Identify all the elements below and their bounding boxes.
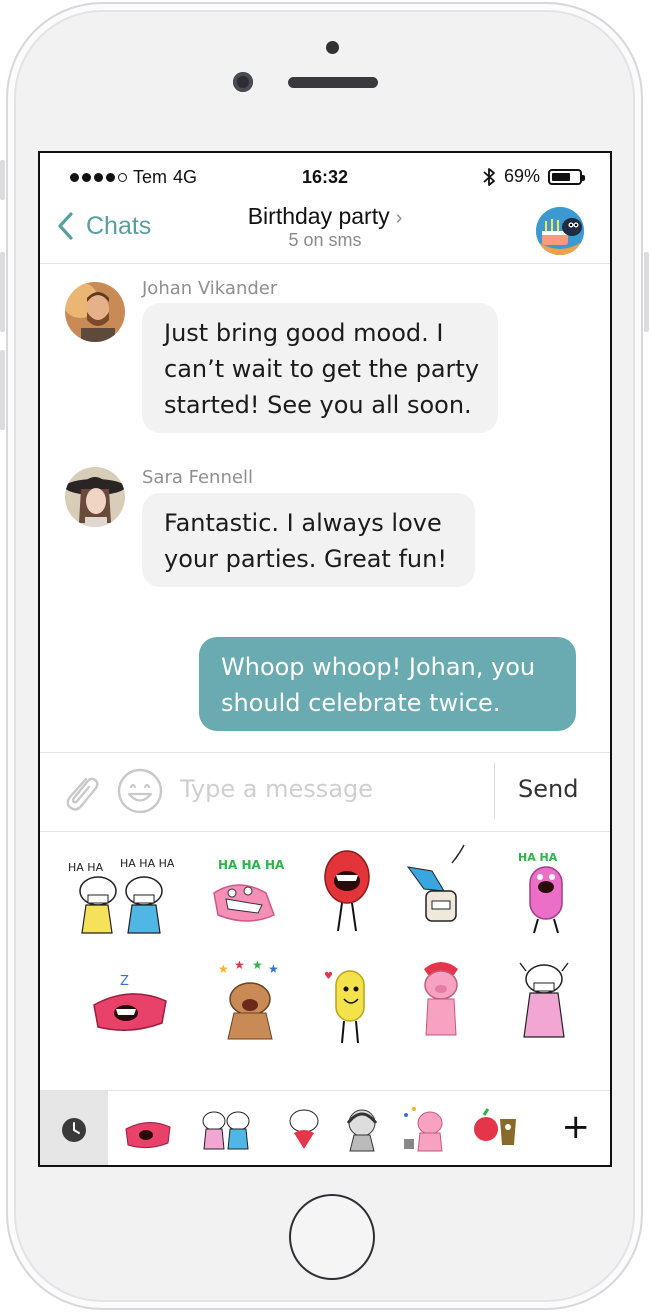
sender-name: Johan Vikander — [142, 278, 278, 299]
birthday-cake-icon — [536, 207, 584, 255]
sticker-laughing-pair[interactable]: HA HA HA HA HA — [64, 849, 175, 939]
screen: Tem 4G 16:32 69% Chats Birthday party › 5… — [38, 151, 612, 1167]
svg-text:★: ★ — [234, 959, 245, 972]
sticker-pack-fruit-friends[interactable] — [470, 1105, 522, 1153]
message-line: should celebrate twice. — [221, 689, 501, 717]
navigation-bar: Chats Birthday party › 5 on sms — [40, 201, 610, 264]
volume-up-button — [0, 252, 5, 332]
message-composer: Type a message Send — [40, 752, 610, 832]
message-line: Whoop whoop! Johan, you — [221, 653, 536, 681]
message-bubble-outgoing[interactable]: Whoop whoop! Johan, you should celebrate… — [199, 637, 576, 731]
status-bar: Tem 4G 16:32 69% — [40, 153, 610, 201]
sticker-text: Z — [120, 974, 129, 989]
message-bubble-incoming[interactable]: Fantastic. I always love your parties. G… — [142, 493, 475, 587]
earpiece-speaker — [288, 77, 378, 88]
power-button — [644, 252, 649, 332]
sticker-red-screaming-blob[interactable] — [322, 845, 372, 935]
home-button[interactable] — [289, 1194, 375, 1280]
sticker-handstand-character[interactable] — [402, 843, 476, 933]
sticker-text: HA HA HA — [120, 857, 174, 870]
sticker-girl-thumbs-up[interactable] — [516, 957, 572, 1047]
group-avatar[interactable] — [536, 207, 584, 255]
sticker-pack-red-monster[interactable] — [122, 1105, 174, 1153]
composer-divider — [494, 763, 495, 819]
mute-switch — [0, 160, 5, 200]
message-line: Just bring good mood. I — [164, 319, 444, 347]
avatar-sara[interactable] — [65, 467, 125, 527]
chat-title[interactable]: Birthday party › 5 on sms — [40, 203, 610, 251]
sticker-pack-laughing-pair[interactable] — [198, 1105, 254, 1153]
sticker-pack-heart-character[interactable] — [278, 1105, 330, 1153]
sticker-text: HA HA HA — [218, 858, 284, 872]
message-line: can’t wait to get the party — [164, 355, 480, 383]
bluetooth-icon — [483, 167, 495, 186]
svg-text:★: ★ — [268, 962, 279, 976]
battery-icon — [548, 168, 585, 185]
chat-name: Birthday party — [247, 203, 390, 229]
sticker-pink-pig-cap[interactable] — [414, 955, 468, 1045]
sticker-pink-monster-laughing[interactable]: HA HA HA — [208, 853, 285, 943]
chevron-right-icon: › — [395, 207, 403, 229]
paperclip-icon[interactable] — [58, 769, 104, 815]
sticker-dancing-bear[interactable]: ★ ★ ★ ★ — [212, 958, 288, 1049]
add-sticker-pack-button[interactable]: + — [562, 1107, 591, 1147]
front-sensor — [326, 41, 339, 54]
sticker-pink-bean-cheering[interactable]: HA HA — [514, 847, 578, 937]
message-line: started! See you all soon. — [164, 391, 472, 419]
clock-icon — [62, 1118, 86, 1142]
sticker-pack-headphones-cat[interactable] — [336, 1105, 388, 1153]
message-line: your parties. Great fun! — [164, 545, 447, 573]
sticker-pack-tray: + — [40, 1090, 610, 1165]
volume-down-button — [0, 350, 5, 430]
sticker-text: HA HA — [68, 861, 104, 874]
sticker-grid: HA HA HA HA HA HA HA HA HA HA Z ★ ★ ★ ★ … — [40, 831, 610, 1091]
message-line: Fantastic. I always love — [164, 509, 442, 537]
message-input[interactable]: Type a message — [180, 775, 373, 803]
battery-percent: 69% — [503, 166, 540, 186]
send-button[interactable]: Send — [518, 775, 578, 803]
svg-text:★: ★ — [218, 962, 229, 976]
recent-stickers-tab[interactable] — [40, 1091, 108, 1165]
svg-text:♥: ♥ — [324, 971, 333, 982]
sticker-text: HA HA — [518, 851, 558, 864]
svg-text:★: ★ — [252, 959, 263, 972]
sticker-yellow-waving-blob[interactable]: ♥ — [324, 963, 374, 1053]
front-camera — [233, 72, 253, 92]
sticker-sleepy-red-monster[interactable]: Z — [90, 971, 170, 1061]
sender-name: Sara Fennell — [142, 467, 253, 488]
sticker-pack-party-pig[interactable] — [400, 1105, 452, 1153]
message-bubble-incoming[interactable]: Just bring good mood. I can’t wait to ge… — [142, 303, 498, 433]
avatar-johan[interactable] — [65, 282, 125, 342]
emoji-icon[interactable] — [116, 767, 164, 815]
chat-subtitle: 5 on sms — [288, 230, 362, 250]
status-right: 69% — [482, 166, 585, 187]
